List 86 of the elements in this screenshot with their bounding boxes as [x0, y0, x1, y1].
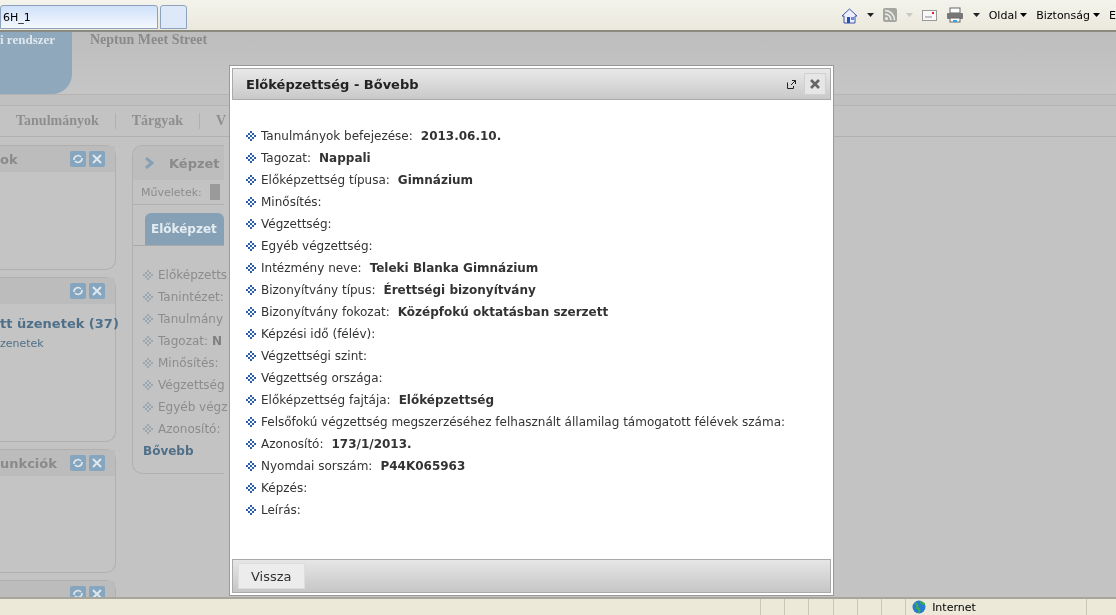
field-value: Gimnázium — [397, 173, 474, 187]
chevron-icon — [145, 157, 154, 169]
close-button[interactable] — [804, 73, 826, 95]
message-link[interactable]: zenetek — [0, 337, 115, 350]
bullet-icon — [246, 395, 256, 405]
zone-label: Internet — [932, 600, 976, 614]
caret-icon[interactable] — [1020, 13, 1028, 17]
bullet-icon — [246, 263, 256, 273]
bullet-icon — [143, 380, 153, 390]
globe-icon — [912, 600, 927, 614]
printer-icon[interactable] — [945, 7, 964, 23]
refresh-icon[interactable] — [70, 455, 86, 471]
field-label: Tagozat: — [261, 151, 312, 165]
refresh-icon[interactable] — [70, 151, 86, 167]
caret-icon — [905, 13, 913, 17]
field-value: Teleki Blanka Gimnázium — [369, 261, 539, 275]
bullet-icon — [246, 175, 256, 185]
bullet-icon — [143, 358, 153, 368]
bullet-icon — [246, 373, 256, 383]
field-label: Végzettség: — [261, 217, 332, 231]
panel-tab[interactable]: Előképzet — [145, 213, 224, 245]
field-label: Végzettség országa: — [261, 371, 383, 385]
bullet-icon — [143, 292, 153, 302]
bullet-icon — [246, 439, 256, 449]
toolbar-menu[interactable]: Oldal — [988, 8, 1028, 22]
toolbar-menu[interactable]: E — [1109, 8, 1116, 22]
field-label: Képzési idő (félév): — [261, 327, 376, 341]
logo-text: i rendszer — [0, 32, 55, 48]
caret-icon[interactable] — [866, 13, 874, 17]
caret-icon[interactable] — [1093, 13, 1101, 17]
home-icon[interactable] — [840, 6, 858, 24]
field-value: Előképzettség — [398, 393, 495, 407]
field-value: Érettségi bizonyítvány — [383, 283, 536, 297]
back-button[interactable]: Vissza — [238, 563, 305, 589]
bullet-icon — [143, 336, 153, 346]
new-tab-button[interactable] — [160, 5, 187, 29]
close-icon[interactable] — [89, 151, 105, 167]
bullet-icon — [246, 153, 256, 163]
field-value: 173/1/2013. — [331, 437, 412, 451]
browser-tab[interactable]: 6H_1 — [0, 5, 158, 29]
field-label: Intézmény neve: — [261, 261, 362, 275]
bullet-icon — [246, 197, 256, 207]
field-label: Minősítés: — [261, 195, 322, 209]
bullet-icon — [246, 483, 256, 493]
bullet-icon — [246, 307, 256, 317]
action-button[interactable] — [209, 184, 220, 200]
bullet-icon — [143, 314, 153, 324]
rss-icon[interactable] — [882, 8, 897, 22]
field-label: Képzés: — [261, 481, 308, 495]
field-label: Nyomdai sorszám: — [261, 459, 373, 473]
field-value: Nappali — [319, 151, 371, 165]
bullet-icon — [246, 285, 256, 295]
bullet-icon — [143, 270, 153, 280]
bullet-icon — [143, 402, 153, 412]
field-label: Előképzettség fajtája: — [261, 393, 391, 407]
close-icon[interactable] — [89, 455, 105, 471]
bullet-icon — [246, 241, 256, 251]
bullet-icon — [246, 131, 256, 141]
field-label: Felsőfokú végzettség megszerzéséhez felhasznált államilag támogatott félévek száma: — [261, 415, 786, 429]
mail-icon[interactable] — [921, 9, 937, 21]
bullet-icon — [246, 461, 256, 471]
refresh-icon[interactable] — [70, 283, 86, 299]
caret-icon[interactable] — [972, 13, 980, 17]
close-icon[interactable] — [89, 283, 105, 299]
close-icon — [810, 79, 820, 89]
bullet-icon — [246, 351, 256, 361]
bullet-icon — [246, 417, 256, 427]
bullet-icon — [246, 219, 256, 229]
dialog-title: Előképzettség - Bővebb — [246, 76, 419, 92]
field-label: Azonosító: — [261, 437, 324, 451]
bullet-icon — [143, 424, 153, 434]
field-label: Előképzettség típusa: — [261, 173, 390, 187]
field-label: Bizonyítvány típus: — [261, 283, 376, 297]
field-value: Középfokú oktatásban szerzett — [397, 305, 609, 319]
field-value: P44K065963 — [380, 459, 466, 473]
field-value: 2013.06.10. — [420, 129, 502, 143]
external-link-icon[interactable] — [787, 79, 796, 89]
field-label: Tanulmányok befejezése: — [261, 129, 413, 143]
field-label: Leírás: — [261, 503, 301, 517]
bullet-icon — [246, 505, 256, 515]
field-label: Egyéb végzettség: — [261, 239, 373, 253]
field-label: Bizonyítvány fokozat: — [261, 305, 390, 319]
more-link[interactable]: Bővebb — [143, 444, 194, 458]
toolbar-menu[interactable]: Biztonság — [1036, 8, 1101, 22]
bullet-icon — [246, 329, 256, 339]
field-label: Végzettségi szint: — [261, 349, 367, 363]
